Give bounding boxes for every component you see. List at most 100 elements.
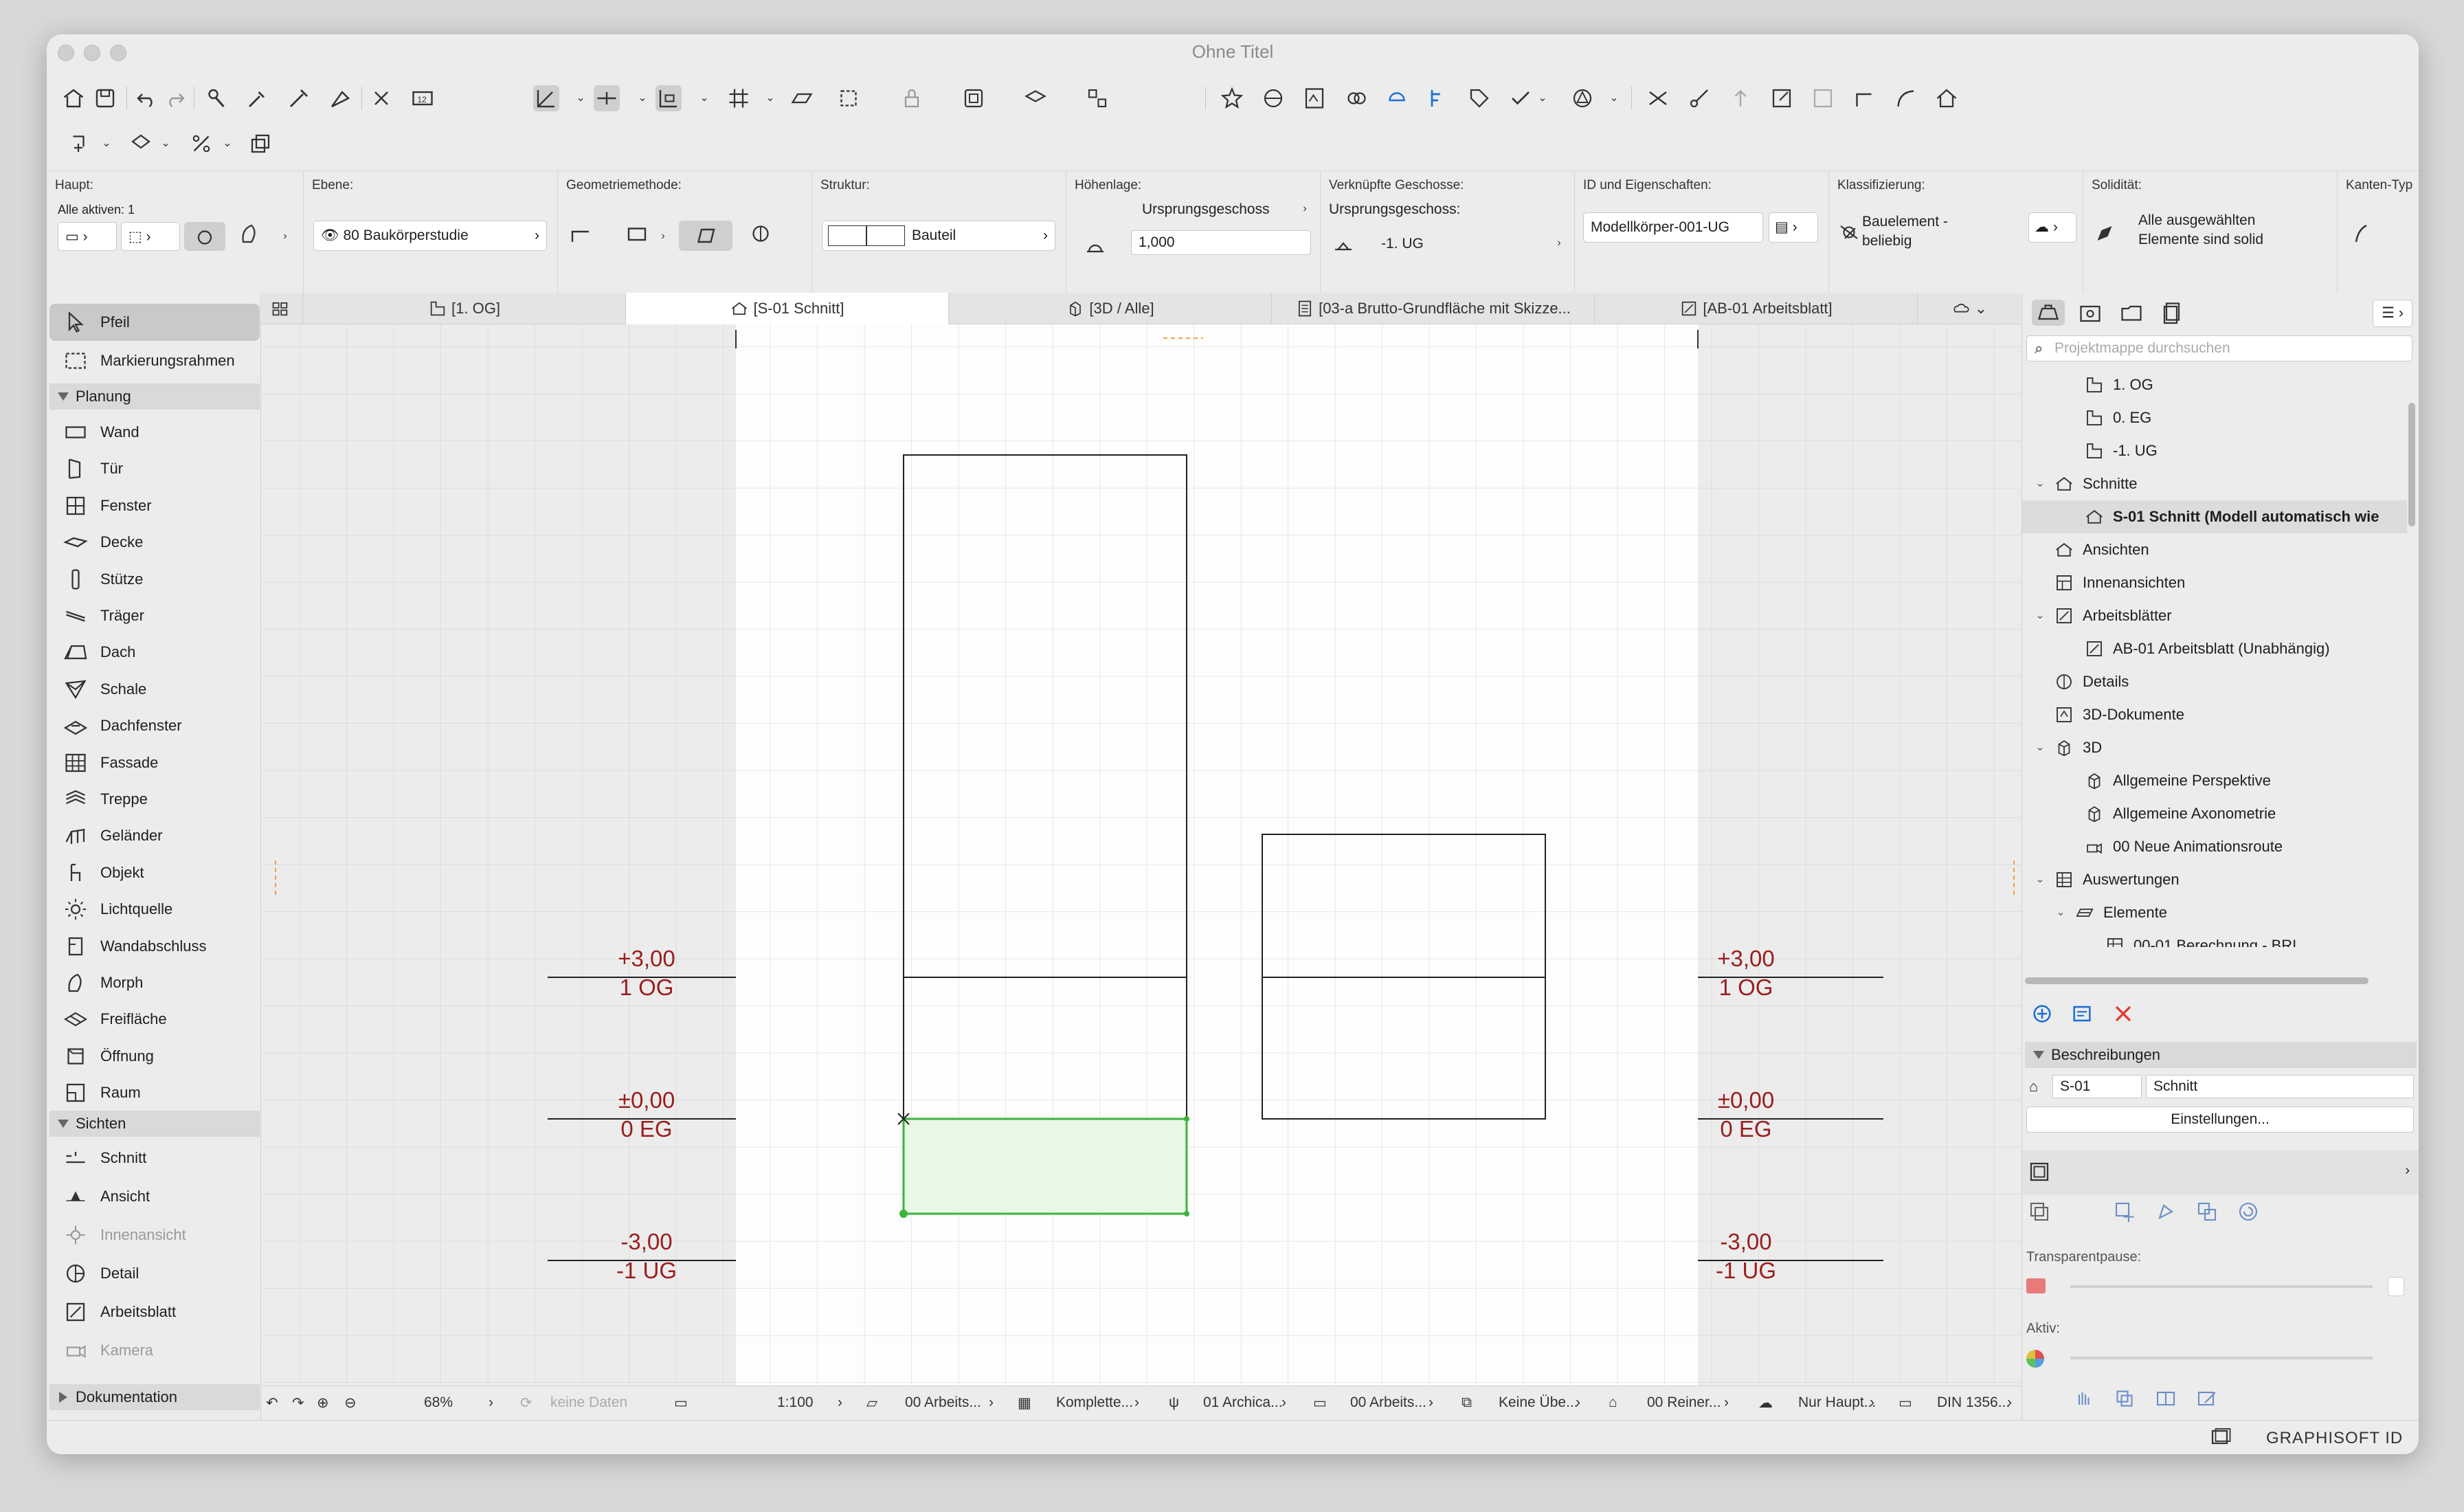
elevate-icon[interactable]	[1727, 85, 1754, 111]
tool-markierungsrahmen[interactable]: Markierungsrahmen	[49, 342, 260, 379]
redo-zoom-icon[interactable]: ↷	[292, 1394, 304, 1412]
trace-reset-icon[interactable]	[2235, 1199, 2261, 1225]
snap-points-icon[interactable]	[656, 85, 682, 111]
syringe-icon[interactable]	[286, 85, 312, 111]
publisher-sets-icon[interactable]	[2160, 300, 2186, 326]
snap-guides-icon[interactable]	[594, 85, 620, 111]
navigator-item[interactable]: Innenansichten	[2033, 566, 2407, 599]
tool-skylight[interactable]: Dachfenster	[49, 707, 260, 744]
chevron-right-icon[interactable]: ›	[838, 1394, 842, 1411]
selection-method-select[interactable]: ▭ ›	[58, 222, 117, 251]
graphisoft-id-link[interactable]: GRAPHISOFT ID	[2266, 1429, 2403, 1448]
tag-icon[interactable]	[1466, 85, 1492, 111]
element-id-input[interactable]: Modellkörper-001-UG	[1583, 212, 1763, 243]
zoom-in-icon[interactable]: ⊕	[317, 1394, 329, 1412]
layer-icon[interactable]	[1022, 85, 1049, 111]
view-map-icon[interactable]	[2077, 300, 2103, 326]
tool-opening[interactable]: Öffnung	[49, 1038, 260, 1075]
view-name-input[interactable]: Schnitt	[2146, 1075, 2414, 1098]
pick-up-parameters-icon[interactable]	[203, 85, 229, 111]
chevron-down-icon[interactable]: ⌄	[2033, 467, 2047, 500]
scissors-icon[interactable]	[1686, 85, 1712, 111]
tool-pfeil[interactable]: Pfeil	[49, 304, 260, 341]
trace-icon[interactable]	[1343, 85, 1369, 111]
element-properties-button[interactable]: ▤ ›	[1769, 212, 1818, 243]
tool-wall-end[interactable]: Wandabschluss	[49, 928, 260, 965]
tab-options-button[interactable]: ⌄	[1918, 293, 2021, 324]
layer-combination-value[interactable]: 00 Arbeits...	[905, 1394, 981, 1411]
tool-object[interactable]: Objekt	[49, 854, 260, 891]
new-view-icon[interactable]	[2030, 1002, 2054, 1025]
box-mode-icon[interactable]	[748, 221, 774, 247]
hand-icon[interactable]	[184, 222, 225, 251]
section-header-dokumentation[interactable]: Dokumentation	[49, 1384, 260, 1410]
navigator-item[interactable]: 00-01 Berechnung - BRI	[2084, 929, 2407, 947]
tool-column[interactable]: Stütze	[49, 561, 260, 598]
navigator-item[interactable]: -1. UG	[2063, 434, 2407, 467]
polygon-line-icon[interactable]	[568, 221, 594, 247]
active-slider[interactable]	[2070, 1357, 2373, 1359]
navigator-item[interactable]: 0. EG	[2063, 401, 2407, 434]
structure-display-value[interactable]: Komplette...	[1056, 1394, 1133, 1411]
view-settings-icon[interactable]	[2070, 1002, 2094, 1025]
lock-icon[interactable]	[899, 85, 925, 111]
offset-icon[interactable]	[128, 131, 154, 157]
windows-icon[interactable]	[2207, 1423, 2235, 1451]
chevron-right-icon[interactable]: ›	[1870, 1394, 1874, 1411]
3d-window-icon[interactable]	[1260, 85, 1286, 111]
chevron-down-icon[interactable]: ⌄	[1538, 88, 1547, 109]
eyedropper-icon[interactable]	[245, 85, 271, 111]
morph-shape-icon[interactable]	[236, 221, 262, 247]
classification-settings-button[interactable]: ☁ ›	[2028, 212, 2076, 243]
stretch-icon[interactable]	[1810, 85, 1836, 111]
elevation-input[interactable]: 1,000	[1131, 230, 1311, 255]
project-map-icon[interactable]	[2032, 300, 2065, 326]
navigator-item[interactable]: Allgemeine Axonometrie	[2063, 797, 2407, 830]
navigator-scrollbar[interactable]	[2408, 403, 2415, 526]
trace-compare-icon[interactable]	[2026, 1199, 2052, 1225]
active-color-icon[interactable]	[2026, 1350, 2044, 1368]
navigator-h-scrollbar[interactable]	[2025, 977, 2368, 984]
pen-set-value[interactable]: 01 Archica...	[1203, 1394, 1283, 1411]
delete-icon[interactable]	[2112, 1002, 2135, 1025]
navigator-item[interactable]: Ansichten	[2033, 533, 2407, 566]
tool-worksheet[interactable]: Arbeitsblatt	[49, 1293, 260, 1331]
navigator-item[interactable]: 1. OG	[2063, 368, 2407, 401]
navigator-item[interactable]: S-01 Schnitt (Modell automatisch wie	[2022, 500, 2407, 533]
navigator-item[interactable]: 3D-Dokumente	[2033, 698, 2407, 731]
navigator-item[interactable]: ⌄ Elemente	[2054, 896, 2407, 929]
tool-curtain-wall[interactable]: Fassade	[49, 744, 260, 781]
save-icon[interactable]	[92, 85, 118, 111]
chevron-down-icon[interactable]: ⌄	[2033, 599, 2047, 632]
tool-stair[interactable]: Treppe	[49, 781, 260, 818]
marquee-method-select[interactable]: ⬚ ›	[121, 222, 180, 251]
chevron-right-icon[interactable]: ›	[2405, 1163, 2410, 1179]
zoom-value[interactable]: 68%	[424, 1394, 453, 1411]
chevron-right-icon[interactable]: ›	[280, 226, 290, 247]
copy-trace-icon[interactable]	[2112, 1386, 2138, 1412]
edit-trace-icon[interactable]	[2194, 1386, 2220, 1412]
tool-wall[interactable]: Wand	[49, 414, 260, 451]
transparency-slider-handle[interactable]	[2388, 1277, 2404, 1296]
tool-section[interactable]: Schnitt	[49, 1139, 260, 1177]
navigator-search-input[interactable]: Projektmappe durchsuchen	[2026, 335, 2412, 362]
trace-icon[interactable]	[2026, 1159, 2052, 1185]
tab-3d-alle[interactable]: [3D / Alle]	[949, 293, 1272, 324]
tab-s-01-schnitt[interactable]: [S-01 Schnitt]	[626, 293, 949, 324]
chevron-right-icon[interactable]: ›	[1554, 233, 1564, 254]
roof-icon[interactable]	[1934, 85, 1960, 111]
navigator-item[interactable]: ⌄ Arbeitsblätter	[2033, 599, 2407, 632]
align-icon[interactable]	[1084, 85, 1110, 111]
tool-door[interactable]: Tür	[49, 450, 260, 487]
tool-zone[interactable]: Raum	[49, 1074, 260, 1111]
navigator-item[interactable]: ⌄ Schnitte	[2033, 467, 2407, 500]
tool-elevation[interactable]: Ansicht	[49, 1178, 260, 1215]
chevron-right-icon[interactable]: ›	[1300, 199, 1310, 219]
section-view-canvas[interactable]: +3,00 1 OG +3,00 1 OG ±0,00 0 EG ±0,00 0 EG -3,0…	[262, 324, 2021, 1428]
chevron-down-icon[interactable]: ⌄	[1609, 88, 1619, 109]
chevron-down-icon[interactable]: ⌄	[161, 133, 170, 154]
shape-icon[interactable]	[1569, 85, 1595, 111]
einstellungen-button[interactable]: Einstellungen...	[2026, 1107, 2414, 1133]
gravity-icon[interactable]	[836, 85, 862, 111]
hoehenlage-reference[interactable]: Ursprungsgeschoss	[1142, 201, 1270, 218]
